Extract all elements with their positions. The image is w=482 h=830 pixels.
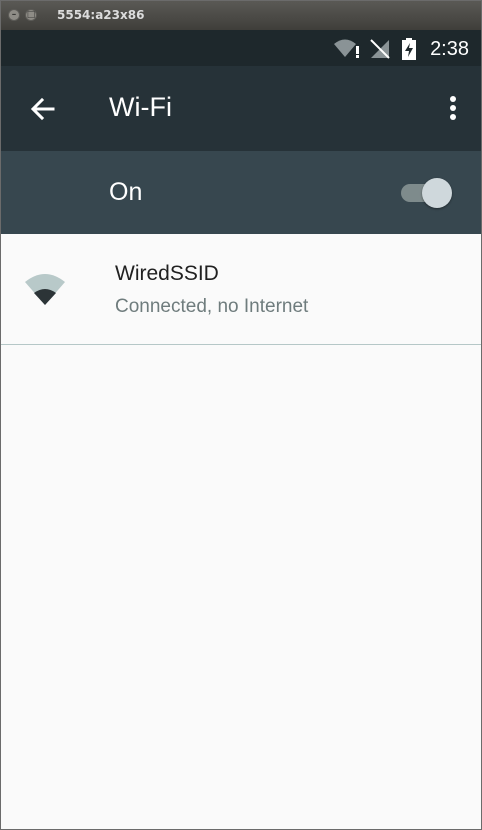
- network-item-wiredssid[interactable]: WiredSSID Connected, no Internet: [1, 234, 481, 345]
- maximize-button[interactable]: □: [25, 9, 37, 21]
- minimize-button[interactable]: –: [8, 9, 20, 21]
- battery-charging-icon: [402, 38, 416, 60]
- no-sim-signal-icon: [370, 39, 390, 59]
- app-toolbar: Wi-Fi: [1, 66, 481, 151]
- list-divider: [1, 344, 481, 345]
- window-title-bar: – □ 5554:a23x86: [1, 1, 481, 30]
- wifi-alert-icon: [334, 39, 359, 58]
- network-status: Connected, no Internet: [115, 296, 309, 317]
- wifi-toggle-switch[interactable]: [422, 178, 452, 208]
- more-options-icon[interactable]: [443, 94, 463, 124]
- back-arrow-icon[interactable]: [29, 94, 59, 124]
- wifi-master-switch-bar[interactable]: On: [1, 151, 481, 234]
- emulator-window: – □ 5554:a23x86 2:38 Wi-Fi On WiredSSID …: [0, 0, 482, 830]
- status-bar: 2:38: [1, 30, 481, 66]
- page-title: Wi-Fi: [109, 92, 172, 122]
- network-ssid: WiredSSID: [115, 262, 219, 285]
- window-title: 5554:a23x86: [57, 8, 145, 22]
- switch-label: On: [109, 178, 143, 206]
- status-time: 2:38: [430, 38, 469, 60]
- wifi-signal-icon: [25, 274, 65, 305]
